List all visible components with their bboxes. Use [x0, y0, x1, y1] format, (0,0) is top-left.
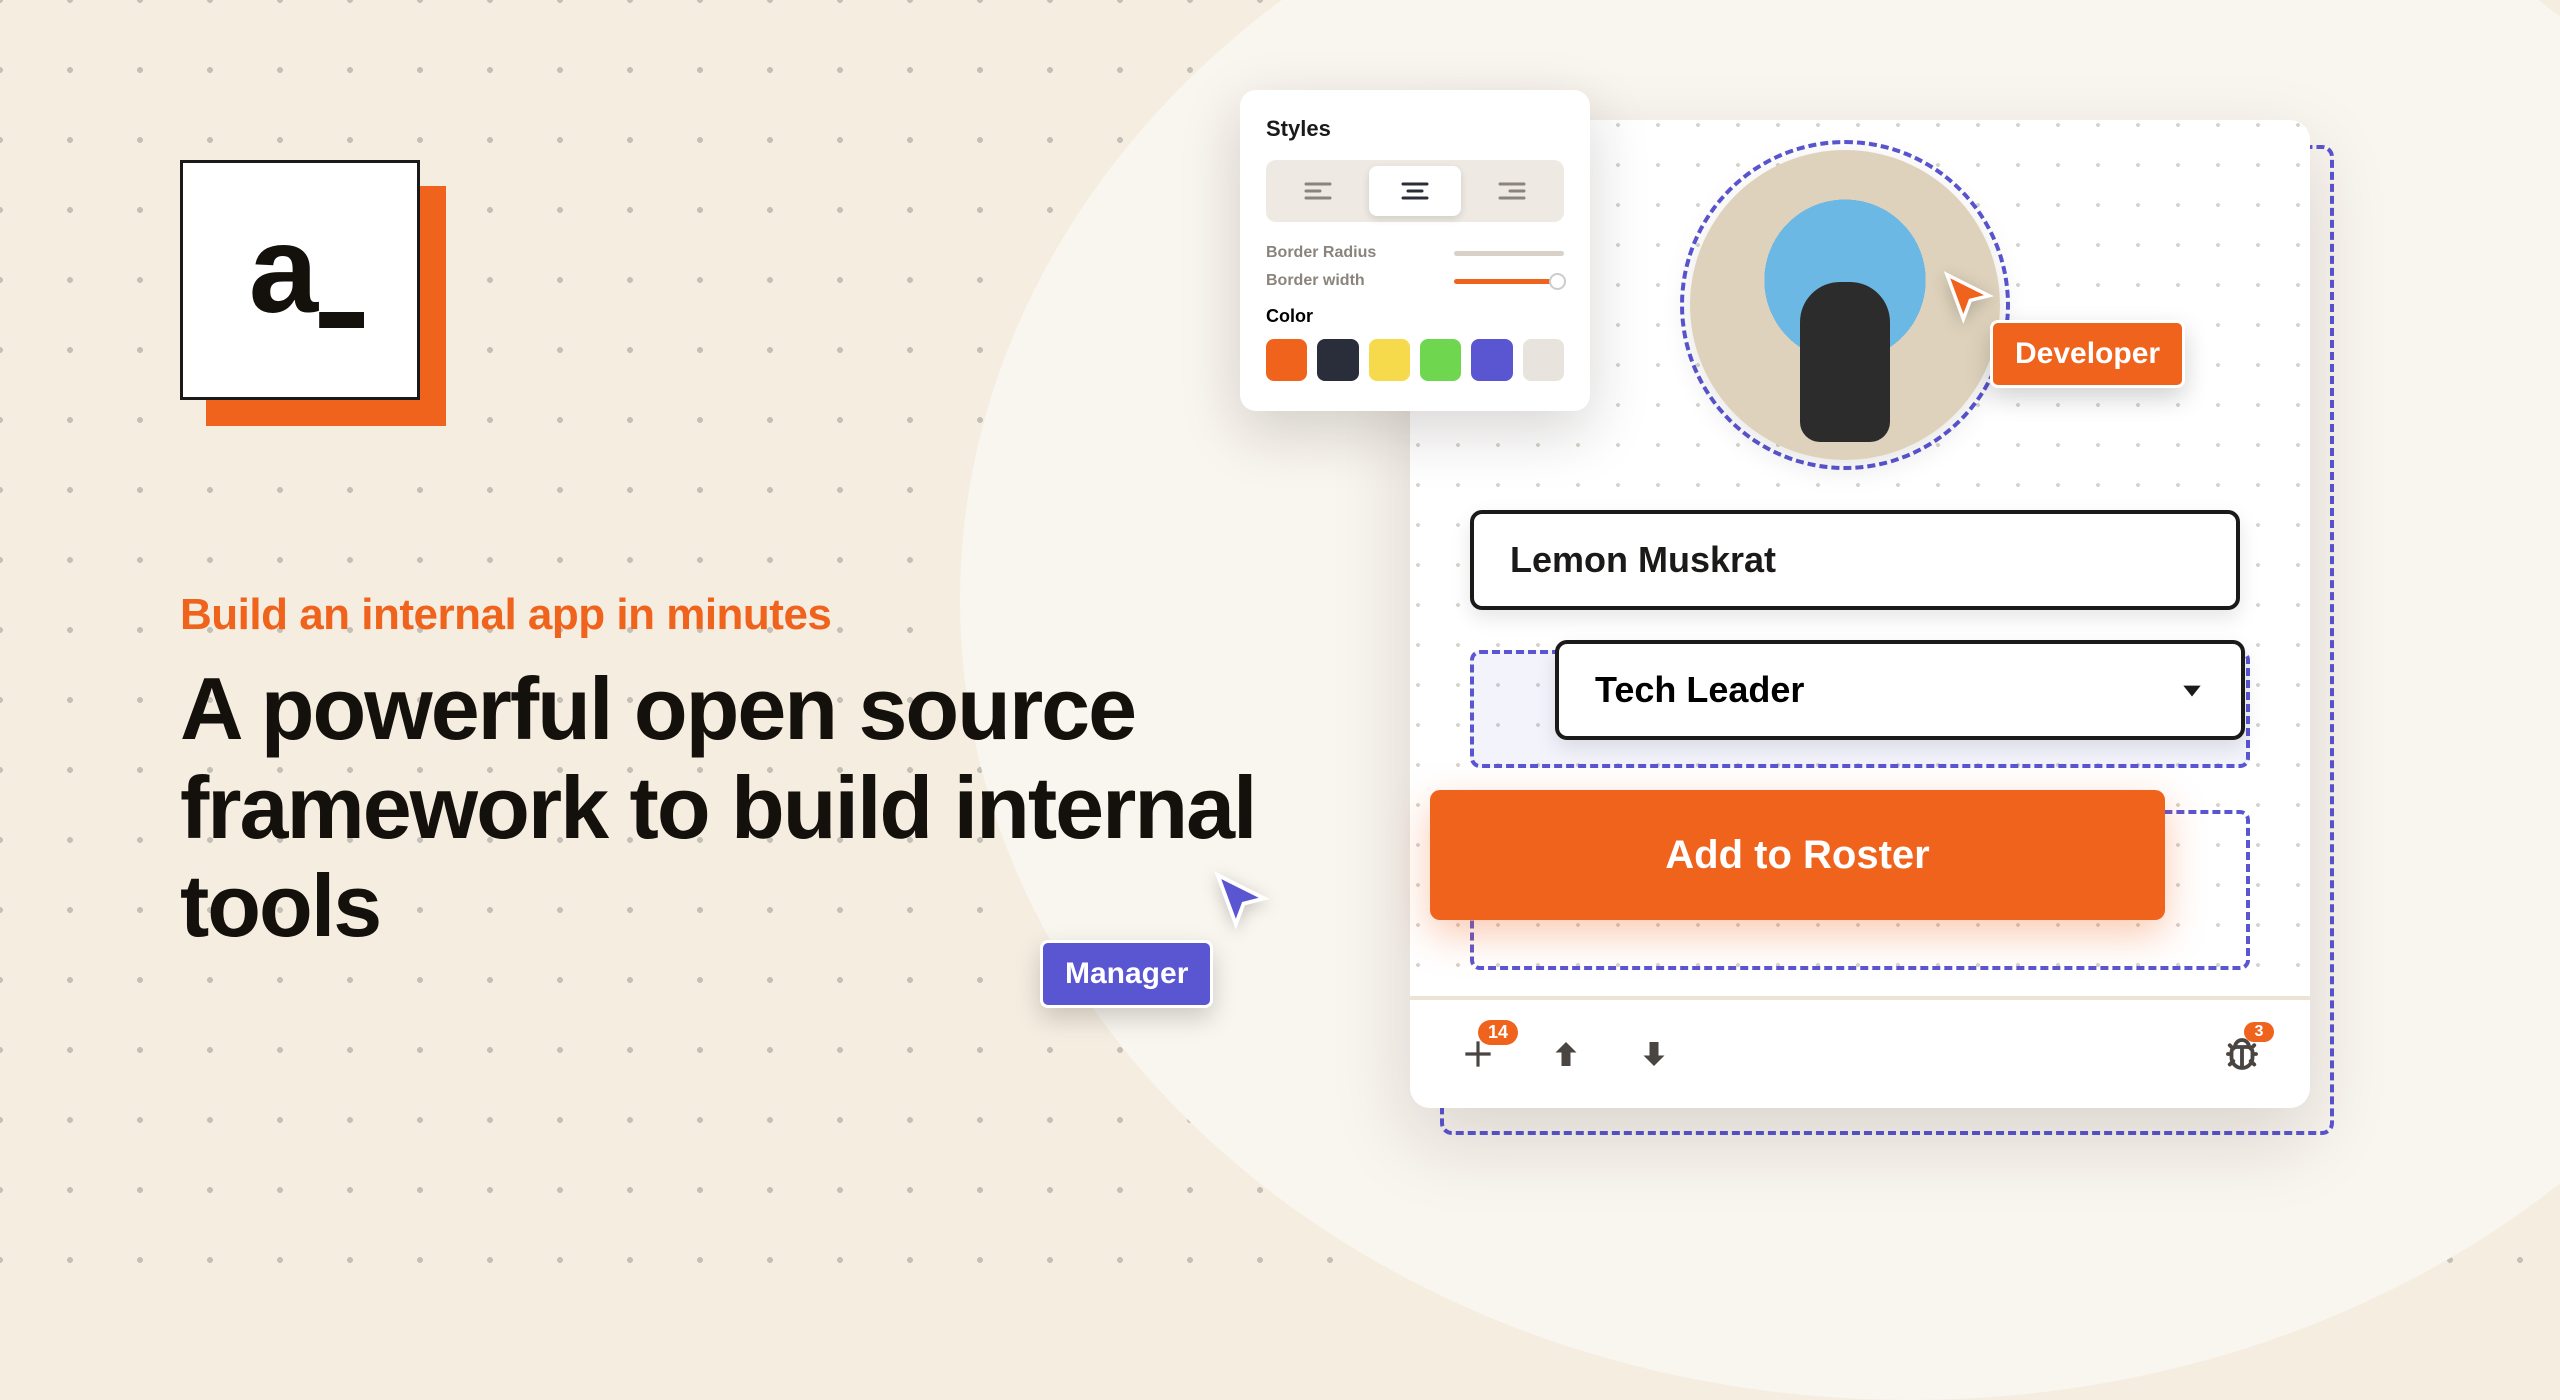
name-input-value: Lemon Muskrat: [1510, 539, 1776, 581]
svg-text:a: a: [249, 200, 320, 339]
color-section-label: Color: [1266, 306, 1564, 327]
add-to-roster-button[interactable]: Add to Roster: [1430, 790, 2165, 920]
hero-tagline: Build an internal app in minutes: [180, 590, 831, 640]
add-widget-badge: 14: [1478, 1020, 1518, 1045]
swatch-orange[interactable]: [1266, 339, 1307, 381]
arrow-up-icon: [1548, 1036, 1584, 1072]
swatch-dark[interactable]: [1317, 339, 1358, 381]
align-left-icon: [1304, 181, 1332, 201]
align-center-icon: [1401, 181, 1429, 201]
name-input[interactable]: Lemon Muskrat: [1470, 510, 2240, 610]
color-swatches: [1266, 339, 1564, 381]
styles-panel: Styles Border Radius Border width Color: [1240, 90, 1590, 411]
cursor-icon: [1210, 870, 1272, 932]
debug-badge: 3: [2244, 1022, 2274, 1042]
align-right-icon: [1498, 181, 1526, 201]
swatch-grey[interactable]: [1523, 339, 1564, 381]
arrow-down-icon: [1636, 1036, 1672, 1072]
appsmith-logo-icon: a: [220, 200, 380, 360]
border-width-label: Border width: [1266, 272, 1365, 290]
card-footer-toolbar: 14 3: [1410, 996, 2310, 1108]
move-down-button[interactable]: [1632, 1032, 1676, 1076]
align-right-option[interactable]: [1465, 166, 1558, 216]
swatch-purple[interactable]: [1471, 339, 1512, 381]
align-center-option[interactable]: [1369, 166, 1462, 216]
cursor-icon: [1940, 270, 1996, 326]
chevron-down-icon: [2179, 677, 2205, 703]
align-left-option[interactable]: [1272, 166, 1365, 216]
role-select-value: Tech Leader: [1595, 669, 1804, 711]
border-width-slider[interactable]: [1454, 279, 1564, 284]
debug-button[interactable]: 3: [2220, 1032, 2264, 1076]
text-align-segmented[interactable]: [1266, 160, 1564, 222]
add-button-label: Add to Roster: [1665, 833, 1929, 878]
developer-cursor-label: Developer: [1990, 320, 2185, 388]
role-select[interactable]: Tech Leader: [1555, 640, 2245, 740]
border-radius-slider[interactable]: [1454, 251, 1564, 256]
hero-headline: A powerful open source framework to buil…: [180, 660, 1380, 956]
add-widget-button[interactable]: 14: [1456, 1032, 1500, 1076]
swatch-green[interactable]: [1420, 339, 1461, 381]
manager-cursor-label: Manager: [1040, 940, 1213, 1008]
swatch-yellow[interactable]: [1369, 339, 1410, 381]
border-radius-label: Border Radius: [1266, 244, 1376, 262]
logo: a: [180, 160, 420, 400]
move-up-button[interactable]: [1544, 1032, 1588, 1076]
styles-panel-title: Styles: [1266, 116, 1564, 142]
